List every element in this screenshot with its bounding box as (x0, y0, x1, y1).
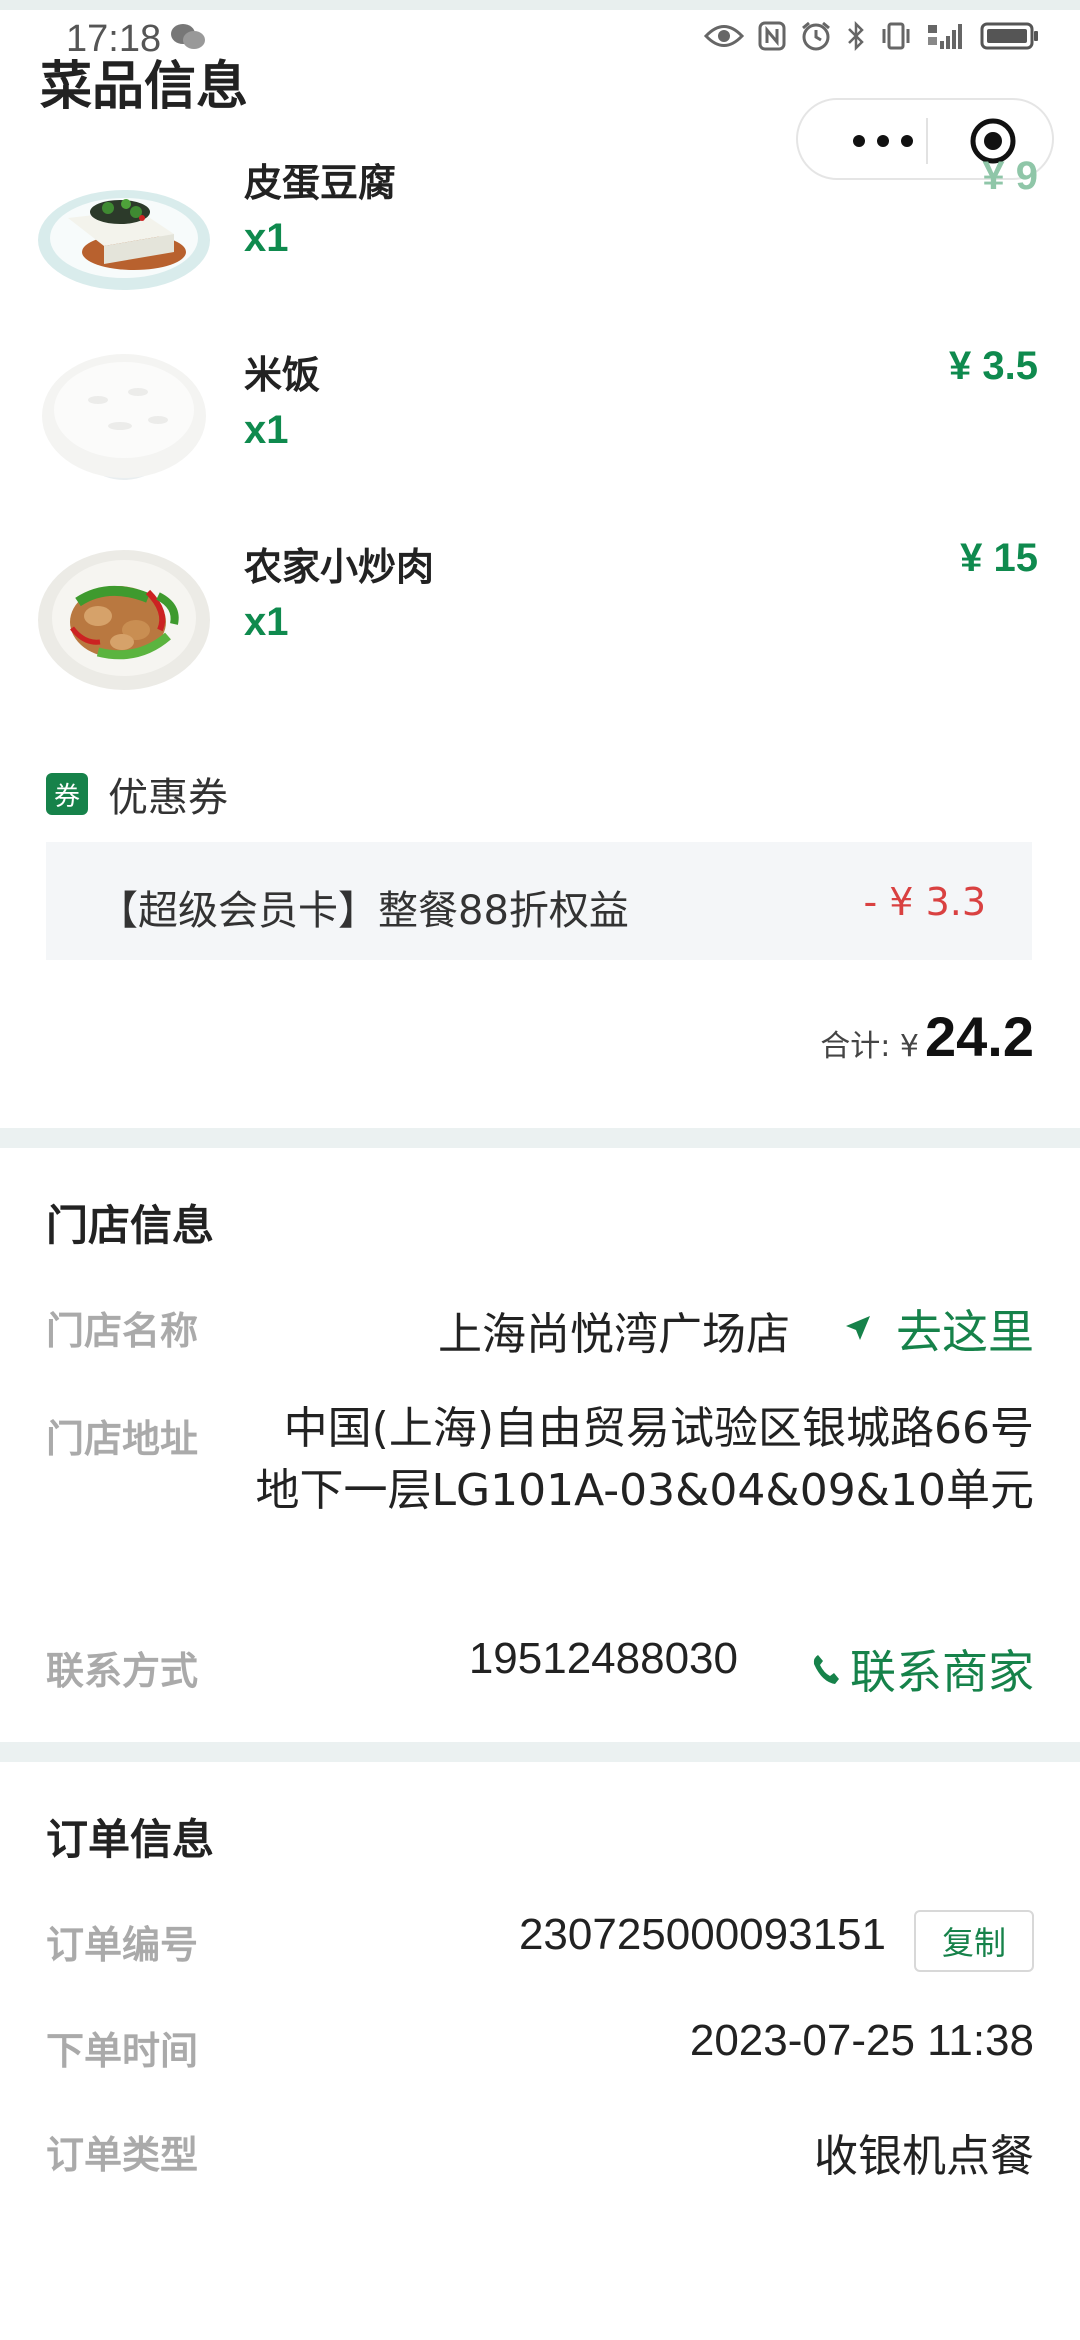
navigation-arrow-icon (846, 1316, 870, 1340)
total-value: 24.2 (925, 1005, 1034, 1068)
order-type: 收银机点餐 (814, 2131, 1034, 2182)
dish-image-pork (38, 532, 210, 704)
dish-image-tofu (38, 148, 210, 320)
status-icons (704, 20, 1040, 52)
total-label: 合计: ¥ (820, 1029, 919, 1064)
dish-item[interactable]: 农家小炒肉 x1 ¥ 15 (0, 532, 1080, 712)
coupon-row[interactable]: 【超级会员卡】整餐88折权益 - ¥ 3.3 (46, 842, 1032, 960)
order-section-title: 订单信息 (46, 1815, 215, 1864)
alarm-icon (800, 20, 832, 52)
coupon-header: 券 优惠券 (46, 770, 228, 821)
copy-button[interactable]: 复制 (914, 1910, 1034, 1972)
dish-price: ¥ 15 (960, 536, 1038, 580)
dot-icon (901, 135, 913, 147)
dish-quantity: x1 (244, 600, 289, 644)
top-strip (0, 0, 1080, 10)
store-address: 中国(上海)自由贸易试验区银城路66号地下一层LG101A-03&04&09&1… (255, 1403, 1035, 1516)
store-name: 上海尚悦湾广场店 (438, 1309, 790, 1360)
vibrate-icon (880, 21, 912, 51)
battery-icon (980, 21, 1040, 51)
nfc-icon (758, 21, 786, 51)
order-type-label: 订单类型 (46, 2133, 199, 2177)
signal-icon (926, 21, 966, 51)
contact-merchant-button[interactable]: 联系商家 (810, 1636, 1034, 1702)
store-section-title: 门店信息 (46, 1201, 215, 1250)
coupon-title: 优惠券 (108, 775, 228, 821)
section-divider (0, 1128, 1080, 1148)
eye-icon (704, 23, 744, 49)
dish-price: ¥ 3.5 (949, 344, 1038, 388)
bluetooth-icon (846, 20, 866, 52)
dish-name: 皮蛋豆腐 (244, 161, 397, 205)
dish-quantity: x1 (244, 408, 289, 452)
dot-icon (853, 135, 865, 147)
order-time: 2023-07-25 11:38 (689, 2016, 1034, 2065)
dish-item[interactable]: 米饭 x1 ¥ 3.5 (0, 340, 1080, 520)
store-phone: 19512488030 (468, 1634, 738, 1683)
coupon-discount: - ¥ 3.3 (863, 880, 986, 924)
coupon-icon: 券 (46, 773, 88, 815)
phone-icon (813, 1655, 839, 1684)
dish-quantity: x1 (244, 216, 289, 260)
contact-label: 联系方式 (46, 1649, 199, 1693)
page-title: 菜品信息 (40, 57, 249, 117)
navigate-label: 去这里 (896, 1305, 1034, 1359)
contact-merchant-label: 联系商家 (850, 1645, 1034, 1699)
order-number: 230725000093151 (518, 1910, 886, 1959)
order-time-label: 下单时间 (46, 2029, 199, 2073)
navigate-button[interactable]: 去这里 (840, 1296, 1034, 1362)
dish-name: 米饭 (244, 353, 321, 397)
order-total: 合计: ¥ 24.2 (820, 1004, 1034, 1069)
dish-item[interactable]: 皮蛋豆腐 x1 ¥ 9 (0, 148, 1080, 328)
dish-image-rice (38, 340, 210, 512)
store-address-label: 门店地址 (46, 1417, 199, 1461)
store-name-label: 门店名称 (46, 1309, 199, 1353)
section-divider (0, 1742, 1080, 1762)
dish-name: 农家小炒肉 (244, 545, 435, 589)
order-number-label: 订单编号 (46, 1923, 199, 1967)
dot-icon (877, 135, 889, 147)
coupon-text: 【超级会员卡】整餐88折权益 (98, 888, 629, 934)
dish-price: ¥ 9 (982, 154, 1038, 198)
